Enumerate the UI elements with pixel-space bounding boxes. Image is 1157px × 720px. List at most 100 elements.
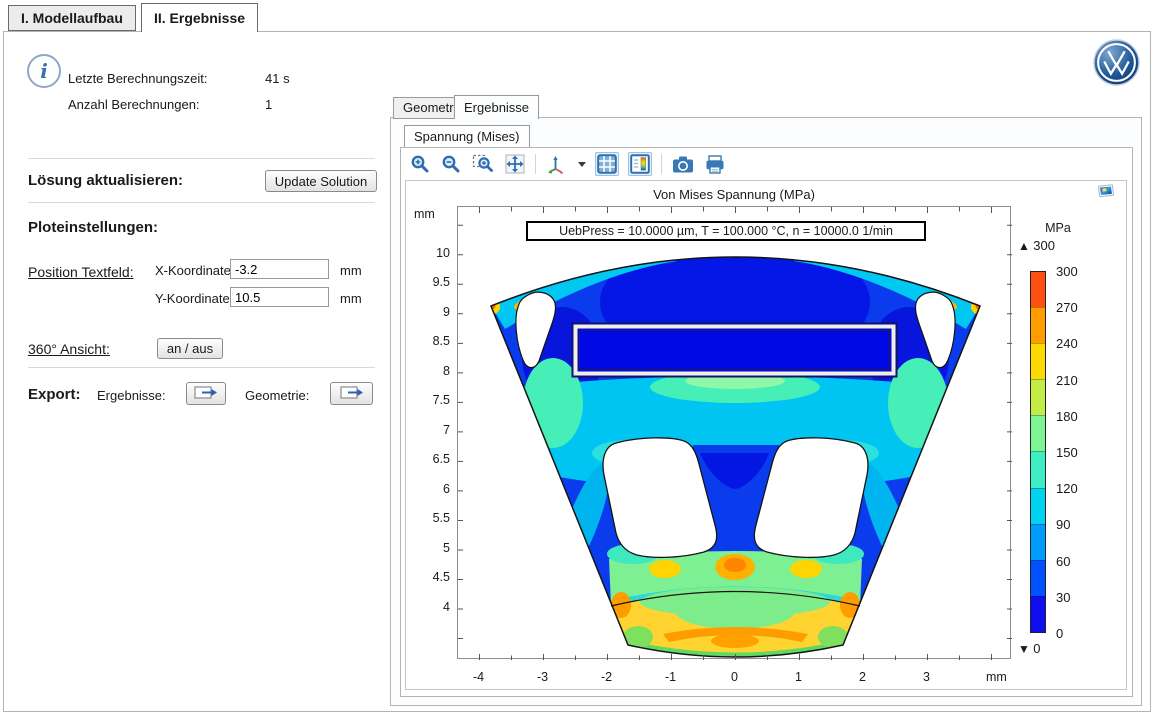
colorbar-tick-label: 0 [1056,626,1063,641]
toolbar-separator [661,154,662,174]
colorbar-tick-label: 30 [1056,590,1070,605]
colorbar-band [1031,415,1045,451]
export-icon [340,385,364,403]
y-tick-label: 7.5 [414,393,450,407]
zoom-extents-icon[interactable] [504,153,526,175]
colorbar-tick-label: 120 [1056,481,1078,496]
y-tick-label: 4 [414,600,450,614]
colorbar [1030,271,1046,633]
export-heading: Export: [28,386,81,403]
colorbar-band [1031,524,1045,560]
toolbar-separator [535,154,536,174]
colorbar-min-value: 0 [1033,641,1040,656]
tab-spannung-mises[interactable]: Spannung (Mises) [404,125,530,147]
computation-count-value: 1 [265,97,272,112]
divider [28,158,375,159]
y-tick-label: 4.5 [414,570,450,584]
colorbar-min-marker: ▼ 0 [1018,641,1040,656]
snapshot-camera-icon[interactable] [671,154,695,175]
parameter-annotation-box: UebPress = 10.0000 µm, T = 100.000 °C, n… [526,221,926,241]
tab-modellaufbau[interactable]: I. Modellaufbau [8,5,136,31]
x-tick-label: 3 [912,670,942,684]
colorbar-band [1031,560,1045,596]
x-tick-label: -3 [528,670,558,684]
y-tick-label: 6 [414,482,450,496]
update-solution-button[interactable]: Update Solution [265,170,377,192]
y-tick-label: 8.5 [414,334,450,348]
export-results-label: Ergebnisse: [97,388,166,403]
colorbar-tick-label: 210 [1056,373,1078,388]
divider [28,202,375,203]
plot-title: Von Mises Spannung (MPa) [457,187,1011,202]
update-solution-heading: Lösung aktualisieren: [28,172,183,189]
colorbar-tick-label: 240 [1056,336,1078,351]
last-computation-time-value: 41 s [265,71,290,86]
colorbar-band [1031,488,1045,524]
tab-ergebnisse-right[interactable]: Ergebnisse [454,95,539,119]
vw-logo [1093,39,1140,89]
info-icon-glyph: i [40,59,48,83]
x-axis-unit: mm [986,670,1007,684]
y-tick-label: 10 [414,246,450,260]
textfield-position-label: Position Textfeld: [28,264,134,280]
y-tick-label: 9 [414,305,450,319]
colorbar-band [1031,379,1045,415]
colorbar-tick-label: 90 [1056,517,1070,532]
zoom-out-icon[interactable] [440,153,462,175]
y-axis-unit: mm [414,207,435,221]
y-coordinate-unit: mm [340,291,362,306]
computation-count-label: Anzahl Berechnungen: [68,97,200,112]
view-orientation-dropdown-caret[interactable] [578,162,586,167]
plot-settings-heading: Ploteinstellungen: [28,219,158,236]
y-tick-label: 9.5 [414,275,450,289]
view-360-toggle-button[interactable]: an / aus [157,338,223,359]
colorbar-tick-label: 180 [1056,409,1078,424]
info-icon: i [27,54,61,88]
stress-surface-plot [458,207,1012,660]
colorbar-tick-label: 60 [1056,554,1070,569]
export-icon [194,385,218,403]
colorbar-band [1031,343,1045,379]
triangle-down-icon: ▼ [1018,642,1030,656]
print-icon[interactable] [704,154,726,175]
x-tick-label: -1 [656,670,686,684]
color-legend-toggle-icon[interactable] [628,152,652,176]
y-tick-label: 7 [414,423,450,437]
y-tick-label: 5.5 [414,511,450,525]
y-coordinate-input[interactable] [230,287,329,307]
zoom-box-icon[interactable] [471,153,495,175]
export-results-button[interactable] [186,382,226,405]
plot-frame [457,206,1011,659]
y-tick-label: 8 [414,364,450,378]
colorbar-max-marker: ▲ 300 [1018,238,1055,253]
tab-ergebnisse[interactable]: II. Ergebnisse [141,3,258,32]
x-coordinate-unit: mm [340,263,362,278]
colorbar-band [1031,272,1045,307]
x-tick-label: 1 [784,670,814,684]
export-geometry-button[interactable] [330,382,373,405]
colorbar-band [1031,451,1045,487]
colorbar-band [1031,596,1045,632]
x-coordinate-input[interactable] [230,259,329,279]
colorbar-band [1031,307,1045,343]
view-orientation-icon[interactable] [545,153,567,175]
x-tick-label: 2 [848,670,878,684]
zoom-in-icon[interactable] [409,153,431,175]
triangle-up-icon: ▲ [1018,239,1030,253]
y-coordinate-label: Y-Koordinate: [155,291,233,306]
y-tick-label: 6.5 [414,452,450,466]
x-tick-label: -2 [592,670,622,684]
export-geometry-label: Geometrie: [245,388,309,403]
view-360-label: 360° Ansicht: [28,341,110,357]
graphics-canvas[interactable]: Von Mises Spannung (MPa) mm [405,180,1127,690]
x-tick-label: 0 [720,670,750,684]
colorbar-max-value: 300 [1033,238,1055,253]
colorbar-tick-label: 300 [1056,264,1078,279]
plot-group-icon [1098,183,1115,202]
divider [28,367,375,368]
colorbar-tick-label: 150 [1056,445,1078,460]
y-tick-label: 5 [414,541,450,555]
colorbar-tick-label: 270 [1056,300,1078,315]
colorbar-unit: MPa [1036,221,1080,235]
grid-toggle-icon[interactable] [595,152,619,176]
